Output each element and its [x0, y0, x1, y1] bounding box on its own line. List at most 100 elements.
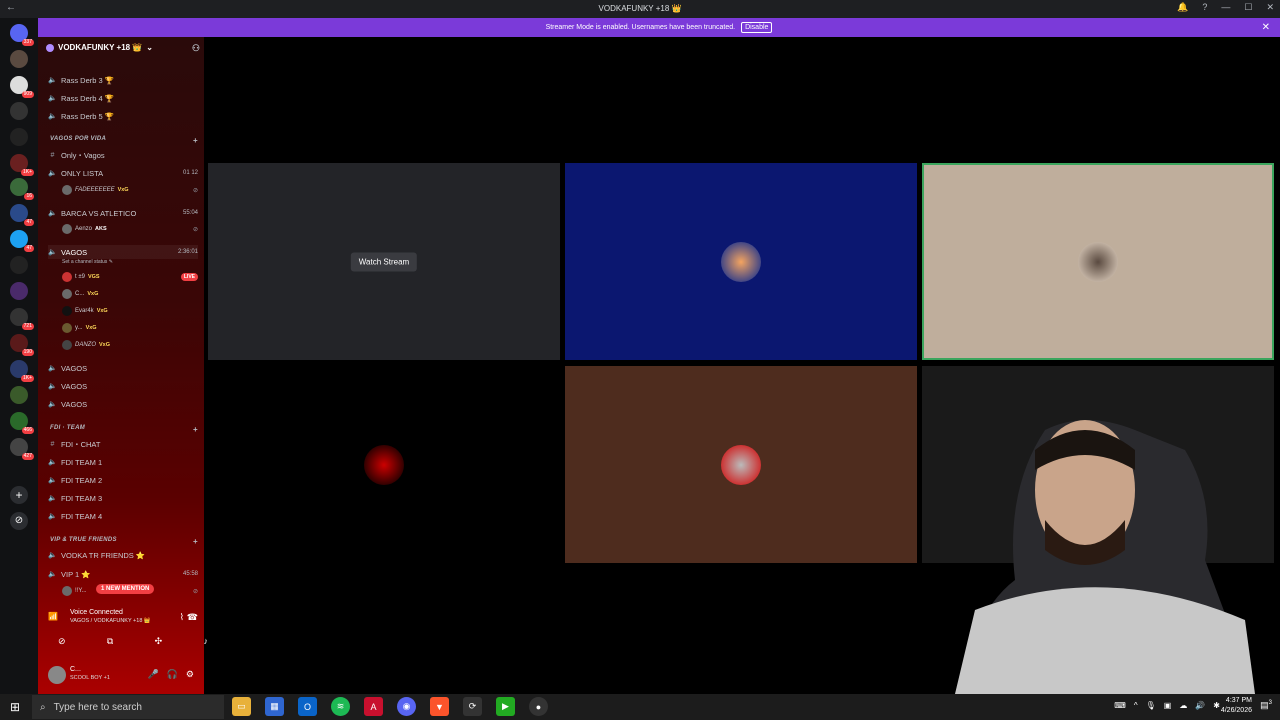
channel-only-lista[interactable]: 🔈 ONLY LISTA 01 12 [48, 166, 198, 180]
voice-user[interactable]: Aenzo AKS ⊘ [62, 223, 198, 235]
bluetooth-icon[interactable]: ✱ [1213, 701, 1220, 710]
server-icon[interactable] [10, 256, 28, 274]
channel-fdi-4[interactable]: 🔈 FDI TEAM 4 [48, 509, 198, 523]
screen-share-icon[interactable]: ⧉ [107, 636, 113, 647]
gear-icon[interactable]: ⚙ [186, 669, 194, 680]
disconnect-icon[interactable]: ☎ [187, 612, 198, 623]
video-off-icon[interactable]: ⊘ [58, 636, 66, 647]
outlook-icon[interactable]: O [298, 697, 317, 716]
channel-barca[interactable]: 🔈 BARCA VS ATLETICO 55:04 [48, 206, 198, 220]
server-icon[interactable]: 721 [10, 308, 34, 330]
category-fdi[interactable]: FDI · TEAM + [50, 425, 198, 434]
server-icon[interactable]: 1K+ [10, 154, 34, 176]
add-channel-icon[interactable]: + [193, 136, 198, 145]
channel-only-vagos[interactable]: # Only・Vagos [48, 148, 198, 162]
channel-fdi-1[interactable]: 🔈 FDI TEAM 1 [48, 455, 198, 469]
noise-suppression-icon[interactable]: ⌇ [180, 612, 184, 623]
store-icon[interactable]: ▦ [265, 697, 284, 716]
server-icon[interactable] [10, 102, 28, 120]
notifications-icon[interactable]: ▤3 [1260, 700, 1272, 711]
channel-vagos-4[interactable]: 🔈 VAGOS [48, 397, 198, 411]
channel-fdi-3[interactable]: 🔈 FDI TEAM 3 [48, 491, 198, 505]
server-icon[interactable] [10, 128, 28, 146]
voice-status[interactable]: Voice Connected [70, 609, 123, 616]
obs-icon[interactable]: ● [529, 697, 548, 716]
home-icon[interactable]: 337 [10, 24, 34, 46]
voice-user[interactable]: DANZO VxG [62, 339, 198, 351]
server-icon[interactable] [10, 386, 28, 404]
add-channel-icon[interactable]: + [193, 537, 198, 546]
network-icon[interactable]: ▣ [1164, 701, 1172, 710]
add-server-icon[interactable]: + [10, 486, 28, 504]
guild-header[interactable]: VODKAFUNKY +18 👑 ⌄ ⚇ [46, 43, 200, 53]
add-member-icon[interactable]: ⚇ [192, 43, 200, 54]
add-channel-icon[interactable]: + [193, 425, 198, 434]
channel-rass4[interactable]: 🔈 Rass Derb 4 🏆 [48, 91, 198, 105]
discover-icon[interactable]: ⊘ [10, 512, 28, 530]
avatar[interactable] [48, 666, 66, 684]
activities-icon[interactable]: ✣ [155, 636, 163, 647]
maximize-button[interactable]: ☐ [1244, 2, 1252, 13]
voice-user[interactable]: t ±9 VGS LIVE [62, 271, 198, 283]
stream-tile[interactable]: Watch Stream [208, 163, 560, 360]
headphones-icon[interactable]: 🎧 [167, 669, 178, 680]
brave-icon[interactable]: ▼ [430, 697, 449, 716]
voice-location[interactable]: VAGOS / VODKAFUNKY +18 👑 [70, 618, 151, 624]
microphone-icon[interactable]: 🎙 [1146, 701, 1156, 710]
file-explorer-icon[interactable]: ▭ [232, 697, 251, 716]
category-vagos[interactable]: VAGOS POR VIDA + [50, 136, 198, 145]
inbox-icon[interactable]: 🔔 [1177, 2, 1188, 13]
participant-tile-speaking[interactable] [922, 163, 1274, 360]
new-mention-pill[interactable]: 1 NEW MENTION [96, 584, 155, 594]
server-icon[interactable]: 427 [10, 438, 34, 460]
channel-vip-1[interactable]: 🔈 VIP 1 ⭐ 45:58 [48, 567, 198, 581]
channel-vagos-active[interactable]: 🔈 VAGOS 2:36:01 [48, 245, 198, 259]
live-badge: LIVE [180, 273, 198, 281]
sync-icon[interactable]: ⟳ [463, 697, 482, 716]
category-vip[interactable]: VIP & TRUE FRIENDS + [50, 537, 198, 546]
microphone-icon[interactable]: 🎤 [147, 669, 158, 680]
close-icon[interactable]: ✕ [1262, 22, 1270, 33]
server-icon[interactable]: 190 [10, 334, 34, 356]
participant-tile[interactable] [565, 163, 917, 360]
watch-stream-button[interactable]: Watch Stream [350, 252, 418, 271]
server-icon[interactable]: 16 [10, 178, 34, 200]
server-icon[interactable]: 909 [10, 76, 34, 98]
channel-vagos-3[interactable]: 🔈 VAGOS [48, 379, 198, 393]
launcher-icon[interactable]: ▶ [496, 697, 515, 716]
cloud-icon[interactable]: ☁ [1179, 701, 1187, 710]
minimize-button[interactable]: — [1221, 2, 1230, 13]
channel-rass5[interactable]: 🔈 Rass Derb 5 🏆 [48, 109, 198, 123]
keyboard-icon[interactable]: ⌨ [1114, 701, 1126, 710]
channel-vodka-tr[interactable]: 🔈 VODKA TR FRIENDS ⭐ [48, 548, 198, 562]
chevron-up-icon[interactable]: ^ [1134, 701, 1138, 710]
volume-icon[interactable]: 🔊 [1195, 701, 1205, 710]
spotify-icon[interactable]: ≋ [331, 697, 350, 716]
windows-start-icon[interactable]: ⊞ [10, 700, 20, 714]
channel-status[interactable]: Set a channel status ✎ [62, 259, 113, 265]
channel-fdi-chat[interactable]: # FDI・CHAT [48, 437, 198, 451]
server-icon[interactable]: 466 [10, 412, 34, 434]
soundboard-icon[interactable]: ♪ [203, 636, 208, 647]
channel-rass3[interactable]: 🔈 Rass Derb 3 🏆 [48, 73, 198, 87]
channel-fdi-2[interactable]: 🔈 FDI TEAM 2 [48, 473, 198, 487]
server-icon[interactable]: 1K+ [10, 360, 34, 382]
server-icon[interactable] [10, 50, 28, 68]
server-icon[interactable]: 47 [10, 204, 34, 226]
voice-user[interactable]: C... VxG [62, 288, 198, 300]
close-button[interactable]: ✕ [1266, 2, 1274, 13]
participant-tile[interactable] [208, 366, 560, 563]
help-icon[interactable]: ? [1202, 2, 1207, 13]
taskbar-search[interactable]: ⌕ Type here to search [32, 695, 224, 719]
voice-user[interactable]: FADEEEEEEE VxG ⊘ [62, 184, 198, 196]
server-icon[interactable]: 47 [10, 230, 34, 252]
acrobat-icon[interactable]: A [364, 697, 383, 716]
channel-vagos-2[interactable]: 🔈 VAGOS [48, 361, 198, 375]
server-icon[interactable] [10, 282, 28, 300]
voice-user[interactable]: Evar4k VxG [62, 305, 198, 317]
discord-icon[interactable]: ◉ [397, 697, 416, 716]
voice-user[interactable]: y... VxG [62, 322, 198, 334]
clock[interactable]: 4:37 PM 4/26/2026 [1221, 696, 1252, 716]
disable-button[interactable]: Disable [741, 22, 773, 33]
participant-tile[interactable] [565, 366, 917, 563]
